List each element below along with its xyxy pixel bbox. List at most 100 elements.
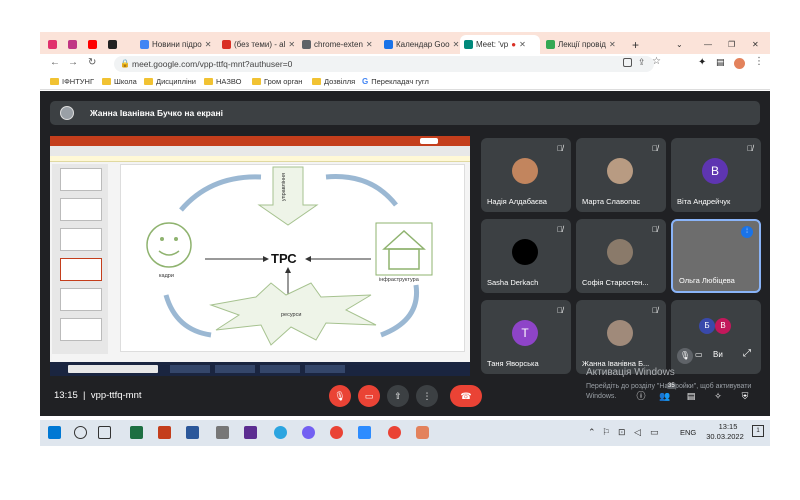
close-icon[interactable]: ✕ [205, 40, 212, 49]
participant-tile-speaking[interactable]: ⦙ Ольга Любіцева [671, 219, 761, 293]
slide-thumb-active[interactable] [60, 258, 102, 281]
pin-icon[interactable]: ▤ [716, 57, 725, 68]
reload-icon[interactable]: ↻ [88, 57, 96, 68]
tab-6[interactable]: Лекції провід ✕ [542, 35, 626, 54]
bookmark-translate[interactable]: G Перекладач гугл [362, 77, 429, 86]
powerpoint-ribbon [50, 136, 470, 156]
chrome-icon[interactable] [330, 426, 343, 439]
pinned-tab-instagram-2[interactable] [64, 35, 84, 54]
battery-icon[interactable]: ▭ [650, 427, 659, 438]
pinned-tab-youtube[interactable] [84, 35, 104, 54]
url-input[interactable]: 🔒 meet.google.com/vpp-ttfq-mnt?authuser=… [114, 56, 654, 72]
pinned-tab-instagram[interactable] [44, 35, 66, 54]
camera-toggle-button[interactable]: ▭ [358, 385, 380, 407]
viber-icon[interactable] [302, 426, 315, 439]
bookmark-nazvo[interactable]: НАЗВО [204, 77, 241, 86]
profile-avatar[interactable] [734, 58, 745, 69]
task-view-icon[interactable] [98, 426, 111, 439]
minimize-icon[interactable]: — [700, 35, 712, 54]
more-options-button[interactable]: ⋮ [416, 385, 438, 407]
slide-thumbnails[interactable] [52, 164, 108, 354]
maximize-icon[interactable]: ❐ [724, 35, 736, 54]
present-button[interactable]: ⇧ [387, 385, 409, 407]
window-close-icon[interactable]: ✕ [748, 35, 760, 54]
forward-icon[interactable]: → [68, 57, 78, 68]
clock-time[interactable]: 13:15 [708, 422, 748, 431]
bookmark-disciplines[interactable]: Дисципліни [144, 77, 196, 86]
share-icon[interactable]: ⇪ [638, 57, 646, 68]
tab-4[interactable]: Календар Goo ✕ [380, 35, 460, 54]
tray-icon[interactable]: ⚐ [602, 427, 610, 438]
slide-thumb[interactable] [60, 288, 102, 311]
slide-left-label: кадри [159, 273, 174, 279]
slide-thumb[interactable] [60, 318, 102, 341]
camera-indicator-icon[interactable] [623, 58, 632, 67]
participant-tile[interactable]: 🎙̸ Надія Алдабаєва [481, 138, 571, 212]
bookmark-school[interactable]: Школа [102, 77, 137, 86]
close-icon[interactable]: ✕ [453, 40, 460, 49]
mic-toggle-button[interactable]: 🎙 [329, 385, 351, 407]
clock-date[interactable]: 30.03.2022 [702, 432, 748, 441]
info-icon[interactable]: ⓘ [630, 385, 652, 407]
tab-2[interactable]: (без теми) - al ✕ [218, 35, 296, 54]
bookmark-label: ІФНТУНГ [62, 77, 95, 86]
mic-off-icon[interactable]: 🎙 [677, 348, 693, 364]
new-tab-button[interactable]: + [628, 35, 642, 54]
app-icon[interactable] [216, 426, 229, 439]
slide-thumb[interactable] [60, 168, 102, 191]
slide-thumb[interactable] [60, 198, 102, 221]
bookmark-label: Дисципліни [156, 77, 196, 86]
notification-icon[interactable]: 1 [752, 425, 764, 437]
pinned-tab-app[interactable] [104, 35, 124, 54]
participant-tile[interactable]: 🎙̸ Жанна Іванівна Б... [576, 300, 666, 374]
excel-icon[interactable] [130, 426, 143, 439]
expand-icon[interactable]: ⤢ [743, 348, 751, 359]
slide-thumb[interactable] [60, 228, 102, 251]
network-icon[interactable]: ⊡ [618, 427, 626, 438]
close-icon[interactable]: ✕ [609, 40, 616, 49]
powerpoint-icon[interactable] [158, 426, 171, 439]
zoom-icon[interactable] [358, 426, 371, 439]
chrome-icon[interactable] [388, 426, 401, 439]
avatar [607, 158, 633, 184]
close-icon[interactable]: ✕ [366, 40, 373, 49]
participant-tile[interactable]: 🎙̸ Софія Старостен... [576, 219, 666, 293]
bookmark-ifntung[interactable]: ІФНТУНГ [50, 77, 94, 86]
extensions-icon[interactable]: ✦ [698, 57, 706, 68]
menu-icon[interactable]: ⋮ [754, 56, 764, 67]
mic-off-icon: 🎙̸ [557, 225, 563, 234]
close-icon[interactable]: ✕ [519, 40, 526, 49]
participant-tile[interactable]: 🎙̸ Марта Славопас [576, 138, 666, 212]
search-icon[interactable] [74, 426, 87, 439]
end-call-button[interactable]: ☎ [450, 385, 482, 407]
tab-1[interactable]: Новини підро ✕ [136, 35, 216, 54]
participant-tile[interactable]: 🎙̸ В Віта Андрейчук [671, 138, 761, 212]
camera-off-icon[interactable]: ▭ [695, 350, 703, 359]
language-indicator[interactable]: ENG [680, 428, 696, 437]
recording-icon: ● [511, 40, 517, 49]
chevron-down-icon[interactable]: ⌄ [672, 35, 684, 54]
bookmark-dozvillia[interactable]: Дозвілля [312, 77, 355, 86]
chat-icon[interactable]: ▤ [680, 385, 702, 407]
back-icon[interactable]: ← [50, 57, 60, 68]
shield-icon[interactable]: ⛨ [734, 385, 756, 407]
volume-icon[interactable]: ◁ [634, 427, 641, 438]
windows-start-icon[interactable] [48, 426, 61, 439]
chrome-profile-icon[interactable] [416, 426, 429, 439]
tab-3[interactable]: chrome-exten ✕ [298, 35, 378, 54]
chevron-up-icon[interactable]: ⌃ [588, 427, 596, 438]
participant-tile[interactable]: 🎙̸ Т Таня Яворська [481, 300, 571, 374]
star-icon[interactable]: ☆ [652, 56, 661, 67]
folder-icon [252, 78, 261, 85]
avatar [607, 239, 633, 265]
shared-screen[interactable]: ТРС управління кадри інфраструктура ресу… [50, 136, 470, 376]
self-tile[interactable]: Б В 🎙 ▭ Ви ⤢ [671, 300, 761, 374]
telegram-icon[interactable] [274, 426, 287, 439]
bookmark-grom[interactable]: Гром орган [252, 77, 302, 86]
tab-meet-active[interactable]: Meet: 'vp ● ✕ [460, 35, 540, 54]
activities-icon[interactable]: ✧ [707, 385, 729, 407]
app-icon[interactable] [244, 426, 257, 439]
participant-tile[interactable]: 🎙̸ Sasha Derkach [481, 219, 571, 293]
word-icon[interactable] [186, 426, 199, 439]
close-icon[interactable]: ✕ [288, 40, 295, 49]
